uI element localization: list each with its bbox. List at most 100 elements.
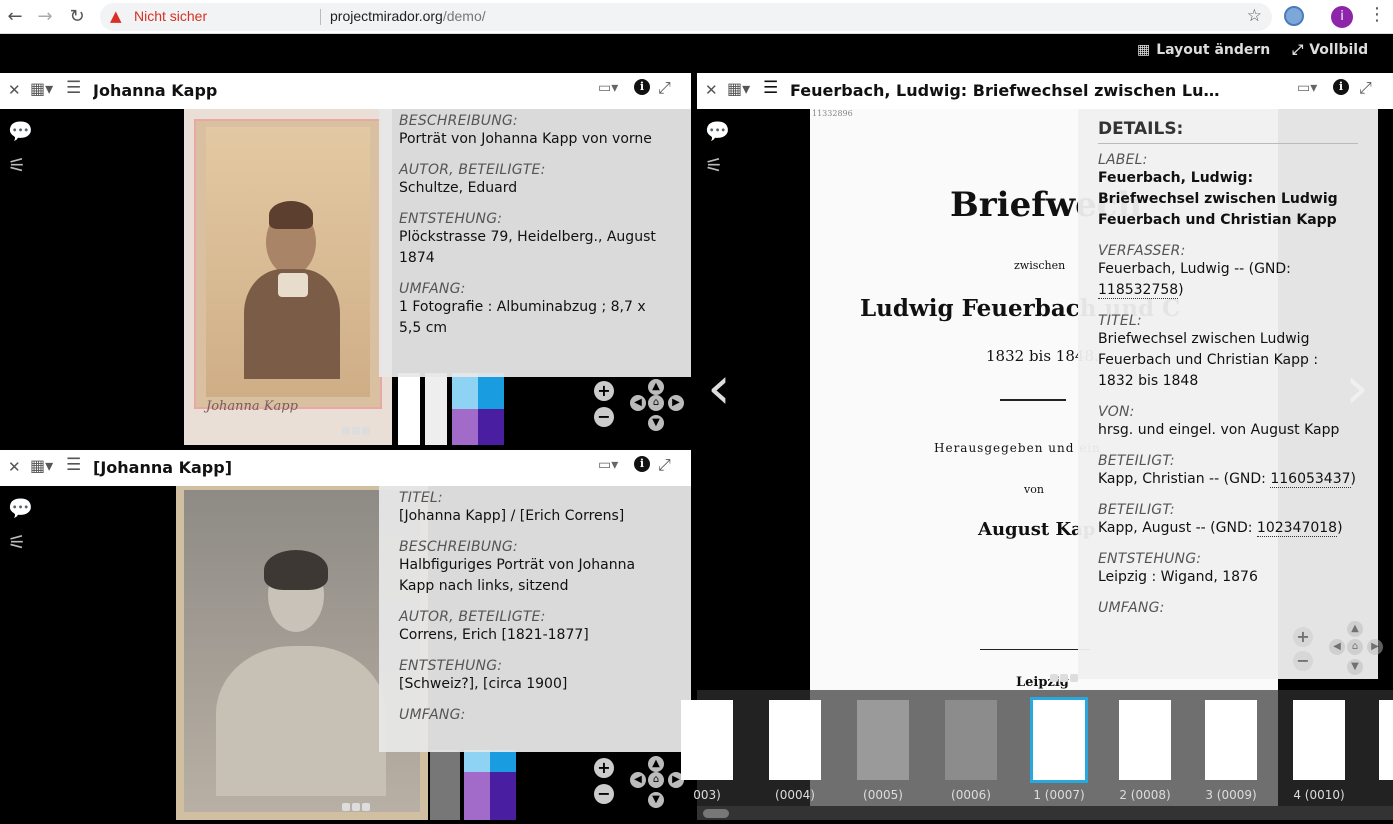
thumbnail-image[interactable] [1379,700,1393,780]
annotations-icon[interactable]: 💬 [705,119,737,143]
back-arrow-icon[interactable]: ← [4,6,26,28]
pan-up-button[interactable]: ▲ [648,379,664,395]
thumbnail-image[interactable] [1119,700,1171,780]
image-adjust-icon[interactable]: ⚟ [705,153,737,177]
thumbnail-label: 003) [693,788,721,802]
profile-avatar[interactable]: i [1331,6,1353,28]
forward-arrow-icon[interactable]: → [34,6,56,28]
metadata-label: AUTOR, BETEILIGTE: [399,162,546,178]
image-options-icon[interactable]: ▭▾ [598,457,618,473]
pan-left-button[interactable]: ◀ [630,772,646,788]
expand-icon[interactable]: ⤢ [1359,78,1372,98]
view-switch-icon[interactable]: ▦▾ [30,456,53,475]
pan-left-button[interactable]: ◀ [1329,639,1345,655]
zoom-in-button[interactable]: + [594,758,614,778]
thumbnail-image[interactable] [1030,697,1088,783]
annotations-icon[interactable]: 💬 [8,119,40,143]
thumbnail-image[interactable] [681,700,733,780]
color-calibration-chart [398,373,506,445]
scrollbar-handle[interactable] [703,809,729,818]
zoom-out-button[interactable]: − [594,784,614,804]
fullscreen-button[interactable]: ⤢ Vollbild [1292,42,1368,58]
slot-header: ✕ ▦▾ ☰ Johanna Kapp ▭▾ i ⤢ [0,73,691,109]
pan-down-button[interactable]: ▼ [648,792,664,808]
expand-icon[interactable]: ⤢ [658,78,671,98]
close-icon[interactable]: ✕ [705,81,718,99]
thumbnail-image[interactable] [945,700,997,780]
previous-page-arrow-icon[interactable]: ‹ [707,358,731,418]
view-switch-icon[interactable]: ▦▾ [30,79,53,98]
home-button[interactable]: ⌂ [648,772,664,788]
url-text[interactable]: projectmirador.org/demo/ [330,8,486,24]
metadata-value: Halbfiguriges Porträt von Johanna Kapp n… [399,557,636,594]
layout-button[interactable]: ▦ Layout ändern [1137,42,1270,58]
pan-right-button[interactable]: ▶ [1367,639,1383,655]
thumbnail-image[interactable] [857,700,909,780]
image-options-icon[interactable]: ▭▾ [1297,80,1317,96]
image-adjust-icon[interactable]: ⚟ [8,153,40,177]
metadata-label: UMFANG: [399,281,466,297]
gnd-link[interactable]: 102347018 [1256,520,1338,537]
metadata-value: [Johanna Kapp] / [Erich Correns] [399,508,625,524]
zoom-out-button[interactable]: − [1293,651,1313,671]
side-tools: 💬 ⚟ [0,109,40,177]
zoom-in-button[interactable]: + [1293,627,1313,647]
bookmark-star-icon[interactable]: ☆ [1247,6,1262,26]
info-icon[interactable]: i [634,79,650,95]
metadata-label: AUTOR, BETEILIGTE: [399,609,546,625]
thumbnail-image[interactable] [769,700,821,780]
pan-up-button[interactable]: ▲ [1347,621,1363,637]
expand-icon[interactable]: ⤢ [658,455,671,475]
metadata-label: ENTSTEHUNG: [1098,551,1202,567]
metadata-list: TITEL: [Johanna Kapp] / [Erich Correns] BE… [399,490,671,723]
page-rule [980,649,1090,650]
info-icon[interactable]: i [1333,79,1349,95]
metadata-value: Kapp, August -- (GND: 102347018) [1098,520,1343,537]
thumbnail-scrollbar[interactable] [697,806,1393,820]
metadata-value: Porträt von Johanna Kapp von vorne [399,131,652,147]
pan-left-button[interactable]: ◀ [630,395,646,411]
home-button[interactable]: ⌂ [648,395,664,411]
details-heading: DETAILS: [1098,119,1358,144]
metadata-label: VERFASSER: [1098,243,1186,259]
gnd-link[interactable]: 116053437 [1270,471,1351,488]
image-options-icon[interactable]: ▭▾ [598,80,618,96]
thumbnail-label: (0005) [863,788,903,802]
reload-icon[interactable]: ↻ [66,6,88,28]
metadata-value: [Schweiz?], [circa 1900] [399,676,568,692]
more-dots[interactable] [342,796,372,815]
address-bar[interactable]: ▲ Nicht sicher projectmirador.org/demo/ … [100,3,1272,31]
thumbnail-image[interactable] [1205,700,1257,780]
close-icon[interactable]: ✕ [8,81,21,99]
home-button[interactable]: ⌂ [1347,639,1363,655]
sidebar-toggle-icon[interactable]: ☰ [763,78,778,98]
details-panel: DETAILS: LABEL: Feuerbach, Ludwig: Briefw… [1078,109,1378,679]
zoom-out-button[interactable]: − [594,407,614,427]
security-warning[interactable]: Nicht sicher [134,8,207,24]
sidebar-toggle-icon[interactable]: ☰ [66,455,81,475]
pan-down-button[interactable]: ▼ [648,415,664,431]
view-switch-icon[interactable]: ▦▾ [727,79,750,98]
more-dots[interactable] [1050,667,1080,686]
page-line: von [1024,483,1044,496]
gnd-link[interactable]: 118532758 [1098,282,1179,299]
pan-right-button[interactable]: ▶ [668,395,684,411]
pan-up-button[interactable]: ▲ [648,756,664,772]
extension-icon[interactable] [1284,6,1304,26]
zoom-in-button[interactable]: + [594,381,614,401]
sidebar-toggle-icon[interactable]: ☰ [66,78,81,98]
browser-menu-icon[interactable]: ⋮ [1368,4,1386,25]
metadata-value: Schultze, Eduard [399,180,518,196]
more-dots[interactable] [342,420,372,439]
pan-down-button[interactable]: ▼ [1347,659,1363,675]
thumbnail-label: 4 (0010) [1293,788,1345,802]
browser-chrome: ← → ↻ ▲ Nicht sicher projectmirador.org/… [0,0,1393,34]
annotations-icon[interactable]: 💬 [8,496,40,520]
divider [320,9,321,25]
info-icon[interactable]: i [634,456,650,472]
thumbnail-image[interactable] [1293,700,1345,780]
metadata-value: Feuerbach, Ludwig: Briefwechsel zwischen… [1098,170,1338,228]
close-icon[interactable]: ✕ [8,458,21,476]
image-adjust-icon[interactable]: ⚟ [8,530,40,554]
color-calibration-chart [430,750,516,820]
